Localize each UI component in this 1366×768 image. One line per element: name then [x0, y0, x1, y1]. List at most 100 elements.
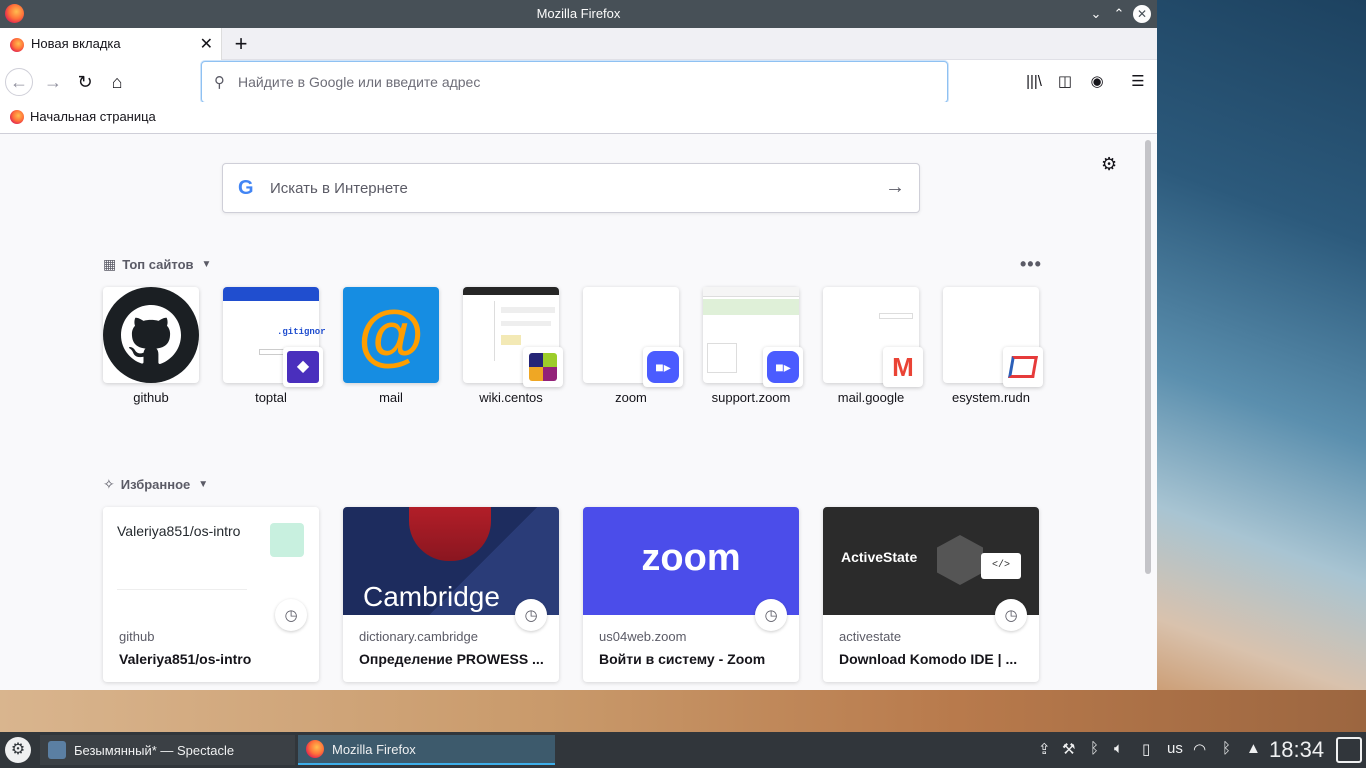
code-icon: </> — [981, 553, 1021, 579]
tile-label: wiki.centos — [479, 390, 543, 405]
task-spectacle[interactable]: Безымянный* — Spectacle — [40, 735, 295, 765]
firefox-icon — [306, 740, 324, 758]
tab-label: Новая вкладка — [31, 36, 121, 51]
update-icon[interactable]: ⇪ — [1038, 740, 1051, 758]
tray-expand-icon[interactable]: ▲ — [1246, 740, 1261, 757]
top-site-tile[interactable]: @ mail — [343, 287, 439, 405]
bluetooth-status-icon[interactable]: ᛒ — [1222, 740, 1231, 757]
sidebar-icon[interactable]: ◫ — [1055, 72, 1075, 92]
card-title: Войти в систему - Zoom — [599, 651, 766, 667]
card-preview-title: Valeriya851/os-intro — [117, 523, 241, 539]
clock[interactable]: 18:34 — [1269, 737, 1324, 763]
top-sites-heading[interactable]: ▦ Топ сайтов ▼ — [103, 256, 211, 273]
network-tools-icon[interactable]: ⚒ — [1062, 740, 1075, 758]
maximize-button[interactable]: ⌃ — [1110, 5, 1128, 23]
close-window-button[interactable]: ✕ — [1133, 5, 1151, 23]
gmail-icon: M — [883, 347, 923, 387]
top-site-tile[interactable]: .gitignor ◆ toptal — [223, 287, 326, 405]
tile-label: support.zoom — [711, 390, 791, 405]
card-host: us04web.zoom — [599, 629, 687, 644]
reload-button[interactable]: ↻ — [71, 68, 99, 96]
bookmark-home-page[interactable]: Начальная страница — [10, 109, 156, 124]
task-label: Безымянный* — Spectacle — [74, 742, 235, 758]
bluetooth-icon[interactable]: ᛒ — [1090, 740, 1099, 757]
show-desktop-button[interactable] — [1336, 737, 1362, 763]
highlight-card[interactable]: ActiveState </> ◷ activestate Download K… — [823, 507, 1039, 682]
window-title: Mozilla Firefox — [536, 6, 621, 21]
menu-icon[interactable]: ☰ — [1128, 72, 1148, 92]
keyboard-layout[interactable]: us — [1167, 740, 1183, 757]
rudn-icon — [1003, 347, 1043, 387]
scrollbar[interactable] — [1145, 140, 1151, 574]
new-tab-page: ⚙ G Искать в Интернете → ▦ Топ сайтов ▼ … — [0, 134, 1157, 690]
tile-thumbnail: ■▸ — [583, 287, 683, 387]
gear-icon[interactable]: ⚙ — [1101, 154, 1117, 175]
search-placeholder: Искать в Интернете — [270, 180, 408, 197]
tile-label: mail.google — [837, 390, 905, 405]
back-button[interactable]: ← — [5, 68, 33, 96]
card-preview-title: ActiveState — [841, 549, 918, 565]
mail-at-icon: @ — [357, 297, 425, 373]
tab-new-tab[interactable]: Новая вкладка ✕ — [0, 28, 222, 60]
spectacle-icon — [48, 741, 66, 759]
zoom-icon: ■▸ — [763, 347, 803, 387]
web-search-box[interactable]: G Искать в Интернете → — [222, 163, 920, 213]
wifi-icon[interactable]: ◠ — [1193, 740, 1206, 758]
app-launcher-icon[interactable]: ⚙ — [5, 737, 31, 763]
top-sites-title: Топ сайтов — [122, 257, 194, 272]
tab-bar: Новая вкладка ✕ + — [0, 28, 1157, 60]
more-options-button[interactable]: ••• — [1020, 254, 1042, 275]
top-site-tile[interactable]: esystem.rudn — [943, 287, 1043, 405]
clock-icon: ◷ — [515, 599, 547, 631]
firefox-window: Mozilla Firefox ⌄ ⌃ ✕ Новая вкладка ✕ + … — [0, 0, 1157, 690]
card-host: dictionary.cambridge — [359, 629, 478, 644]
tile-label: github — [133, 390, 169, 405]
tile-thumbnail: .gitignor ◆ — [223, 287, 326, 387]
chevron-down-icon: ▼ — [198, 479, 209, 490]
zoom-icon: ■▸ — [643, 347, 683, 387]
taskbar: ⚙ Безымянный* — Spectacle Mozilla Firefo… — [0, 732, 1366, 768]
centos-icon — [523, 347, 563, 387]
highlight-card[interactable]: zoom ◷ us04web.zoom Войти в систему - Zo… — [583, 507, 799, 682]
top-site-tile[interactable]: github — [103, 287, 199, 405]
library-icon[interactable]: |||\ — [1024, 72, 1044, 92]
clock-icon: ◷ — [275, 599, 307, 631]
url-input[interactable] — [238, 71, 918, 93]
highlight-card[interactable]: Cambridge ◷ dictionary.cambridge Определ… — [343, 507, 559, 682]
task-firefox[interactable]: Mozilla Firefox — [298, 735, 555, 765]
card-host: github — [119, 629, 155, 644]
highlights-title: Избранное — [120, 477, 191, 492]
card-title: Определение PROWESS ... — [359, 651, 544, 667]
tile-thumbnail: ■▸ — [703, 287, 803, 387]
card-title: Valeriya851/os-intro — [119, 651, 252, 667]
clock-icon: ◷ — [995, 599, 1027, 631]
close-tab-icon[interactable]: ✕ — [200, 34, 213, 54]
chevron-down-icon[interactable]: ⌄ — [1087, 5, 1105, 23]
tile-thumbnail — [943, 287, 1043, 387]
home-button[interactable]: ⌂ — [103, 68, 131, 96]
top-site-tile[interactable]: M mail.google — [823, 287, 923, 405]
github-icon — [103, 287, 199, 383]
card-preview-title: zoom — [641, 537, 741, 579]
firefox-icon — [10, 109, 24, 124]
arrow-right-icon[interactable]: → — [885, 176, 905, 199]
tile-thumbnail: @ — [343, 287, 439, 383]
top-site-tile[interactable]: ■▸ zoom — [583, 287, 683, 405]
tile-thumbnail — [103, 287, 199, 383]
top-site-tile[interactable]: ■▸ support.zoom — [703, 287, 803, 405]
cambridge-crest-icon — [409, 507, 491, 561]
highlight-card[interactable]: Valeriya851/os-intro ◷ github Valeriya85… — [103, 507, 319, 682]
desktop-wallpaper — [1157, 0, 1366, 732]
forward-button[interactable]: → — [39, 68, 67, 96]
google-logo-icon: G — [238, 177, 254, 199]
new-tab-button[interactable]: + — [231, 31, 251, 57]
url-bar[interactable]: ⚲ — [201, 61, 948, 103]
chevron-down-icon: ▼ — [201, 259, 212, 270]
account-icon[interactable]: ◉ — [1087, 72, 1107, 92]
volume-icon[interactable]: 🔈︎ — [1114, 740, 1123, 757]
card-title: Download Komodo IDE | ... — [839, 651, 1018, 667]
grid-icon: ▦ — [103, 256, 117, 272]
usb-icon[interactable]: ▯ — [1142, 740, 1150, 758]
highlights-heading[interactable]: ✧ Избранное ▼ — [103, 476, 208, 493]
top-site-tile[interactable]: wiki.centos — [463, 287, 563, 405]
